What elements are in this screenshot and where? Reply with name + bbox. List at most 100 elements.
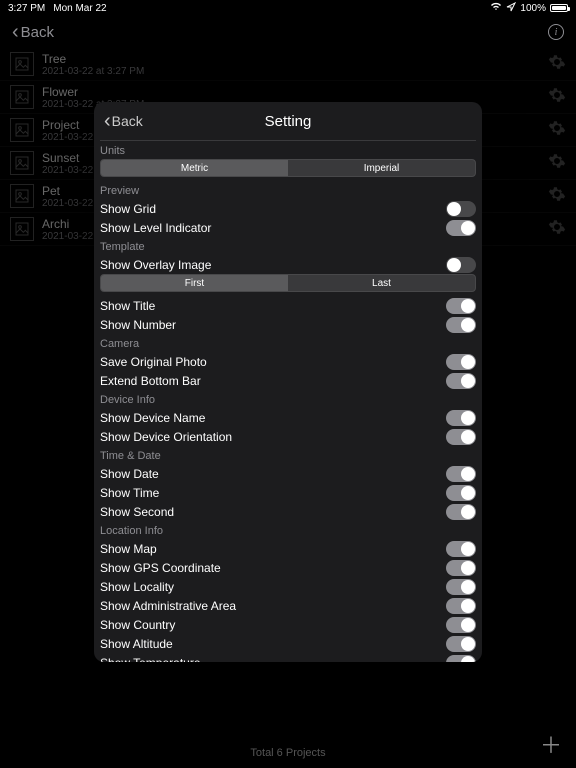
project-title: Tree bbox=[42, 52, 548, 66]
setting-label: Show Title bbox=[100, 299, 155, 313]
setting-row: Show Title bbox=[100, 296, 476, 315]
project-thumb-icon bbox=[10, 184, 34, 208]
battery-icon bbox=[550, 4, 568, 12]
project-row[interactable]: Tree2021-03-22 at 3:27 PM bbox=[0, 48, 576, 81]
back-label: Back bbox=[21, 24, 54, 41]
toggle-switch[interactable] bbox=[446, 373, 476, 389]
setting-row: Show Locality bbox=[100, 577, 476, 596]
modal-back-button[interactable]: ‹ Back bbox=[104, 111, 143, 131]
setting-row: Save Original Photo bbox=[100, 352, 476, 371]
status-time: 3:27 PM bbox=[8, 3, 45, 14]
toggle-switch[interactable] bbox=[446, 466, 476, 482]
gear-icon[interactable] bbox=[548, 218, 566, 241]
segment[interactable]: First bbox=[101, 275, 288, 291]
project-subtitle: 2021-03-22 at 3:27 PM bbox=[42, 66, 548, 77]
battery-percent: 100% bbox=[520, 3, 546, 14]
segment[interactable]: Metric bbox=[101, 160, 288, 176]
toggle-switch[interactable] bbox=[446, 485, 476, 501]
back-button[interactable]: ‹ Back bbox=[12, 22, 54, 42]
setting-row: Show Device Orientation bbox=[100, 427, 476, 446]
status-date: Mon Mar 22 bbox=[53, 3, 106, 14]
toggle-switch[interactable] bbox=[446, 220, 476, 236]
section-label: Units bbox=[100, 141, 476, 159]
setting-label: Show Time bbox=[100, 486, 159, 500]
toggle-switch[interactable] bbox=[446, 617, 476, 633]
project-thumb-icon bbox=[10, 118, 34, 142]
setting-label: Show Locality bbox=[100, 580, 174, 594]
project-thumb-icon bbox=[10, 151, 34, 175]
setting-row: Show Date bbox=[100, 464, 476, 483]
setting-label: Show Second bbox=[100, 505, 174, 519]
info-icon[interactable]: i bbox=[548, 24, 564, 40]
setting-label: Show Temperature bbox=[100, 656, 201, 663]
setting-label: Show Number bbox=[100, 318, 176, 332]
gear-icon[interactable] bbox=[548, 86, 566, 109]
segmented-control[interactable]: MetricImperial bbox=[100, 159, 476, 177]
setting-row: Show Administrative Area bbox=[100, 596, 476, 615]
section-label: Time & Date bbox=[100, 446, 476, 464]
setting-label: Show Country bbox=[100, 618, 175, 632]
setting-row: Show Altitude bbox=[100, 634, 476, 653]
location-icon bbox=[506, 2, 516, 15]
setting-label: Show Device Orientation bbox=[100, 430, 232, 444]
toggle-switch[interactable] bbox=[446, 317, 476, 333]
setting-row: Show Time bbox=[100, 483, 476, 502]
segment[interactable]: Imperial bbox=[288, 160, 475, 176]
toggle-switch[interactable] bbox=[446, 298, 476, 314]
toggle-switch[interactable] bbox=[446, 257, 476, 273]
segment[interactable]: Last bbox=[288, 275, 475, 291]
gear-icon[interactable] bbox=[548, 119, 566, 142]
setting-label: Show Administrative Area bbox=[100, 599, 236, 613]
toggle-switch[interactable] bbox=[446, 504, 476, 520]
setting-label: Save Original Photo bbox=[100, 355, 207, 369]
toggle-switch[interactable] bbox=[446, 429, 476, 445]
setting-row: Show GPS Coordinate bbox=[100, 558, 476, 577]
project-title: Flower bbox=[42, 85, 548, 99]
chevron-left-icon: ‹ bbox=[104, 111, 111, 131]
setting-label: Show Date bbox=[100, 467, 159, 481]
setting-label: Show Grid bbox=[100, 202, 156, 216]
toggle-switch[interactable] bbox=[446, 354, 476, 370]
section-label: Device Info bbox=[100, 390, 476, 408]
setting-row: Show Map bbox=[100, 539, 476, 558]
wifi-icon bbox=[490, 2, 502, 14]
nav-header: ‹ Back i bbox=[0, 16, 576, 48]
footer: Total 6 Projects ＋ bbox=[0, 738, 576, 768]
segmented-control[interactable]: FirstLast bbox=[100, 274, 476, 292]
modal-back-label: Back bbox=[112, 113, 143, 129]
setting-row: Show Country bbox=[100, 615, 476, 634]
setting-label: Show Overlay Image bbox=[100, 258, 211, 272]
section-label: Camera bbox=[100, 334, 476, 352]
gear-icon[interactable] bbox=[548, 152, 566, 175]
footer-total: Total 6 Projects bbox=[250, 747, 325, 759]
project-thumb-icon bbox=[10, 217, 34, 241]
section-label: Location Info bbox=[100, 521, 476, 539]
section-label: Preview bbox=[100, 181, 476, 199]
toggle-switch[interactable] bbox=[446, 560, 476, 576]
toggle-switch[interactable] bbox=[446, 655, 476, 663]
toggle-switch[interactable] bbox=[446, 201, 476, 217]
setting-label: Show Altitude bbox=[100, 637, 173, 651]
toggle-switch[interactable] bbox=[446, 579, 476, 595]
modal-header: ‹ Back Setting bbox=[94, 102, 482, 140]
gear-icon[interactable] bbox=[548, 185, 566, 208]
section-label: Template bbox=[100, 237, 476, 255]
setting-row: Show Second bbox=[100, 502, 476, 521]
setting-row: Show Number bbox=[100, 315, 476, 334]
setting-label: Show Device Name bbox=[100, 411, 205, 425]
toggle-switch[interactable] bbox=[446, 636, 476, 652]
toggle-switch[interactable] bbox=[446, 541, 476, 557]
setting-label: Show Map bbox=[100, 542, 157, 556]
status-bar: 3:27 PM Mon Mar 22 100% bbox=[0, 0, 576, 16]
setting-row: Show Overlay Image bbox=[100, 255, 476, 274]
setting-label: Show Level Indicator bbox=[100, 221, 211, 235]
toggle-switch[interactable] bbox=[446, 598, 476, 614]
chevron-left-icon: ‹ bbox=[12, 22, 19, 42]
add-button[interactable]: ＋ bbox=[540, 728, 562, 760]
setting-label: Show GPS Coordinate bbox=[100, 561, 221, 575]
toggle-switch[interactable] bbox=[446, 410, 476, 426]
gear-icon[interactable] bbox=[548, 53, 566, 76]
modal-title: Setting bbox=[265, 113, 312, 130]
setting-row: Show Grid bbox=[100, 199, 476, 218]
setting-label: Extend Bottom Bar bbox=[100, 374, 201, 388]
